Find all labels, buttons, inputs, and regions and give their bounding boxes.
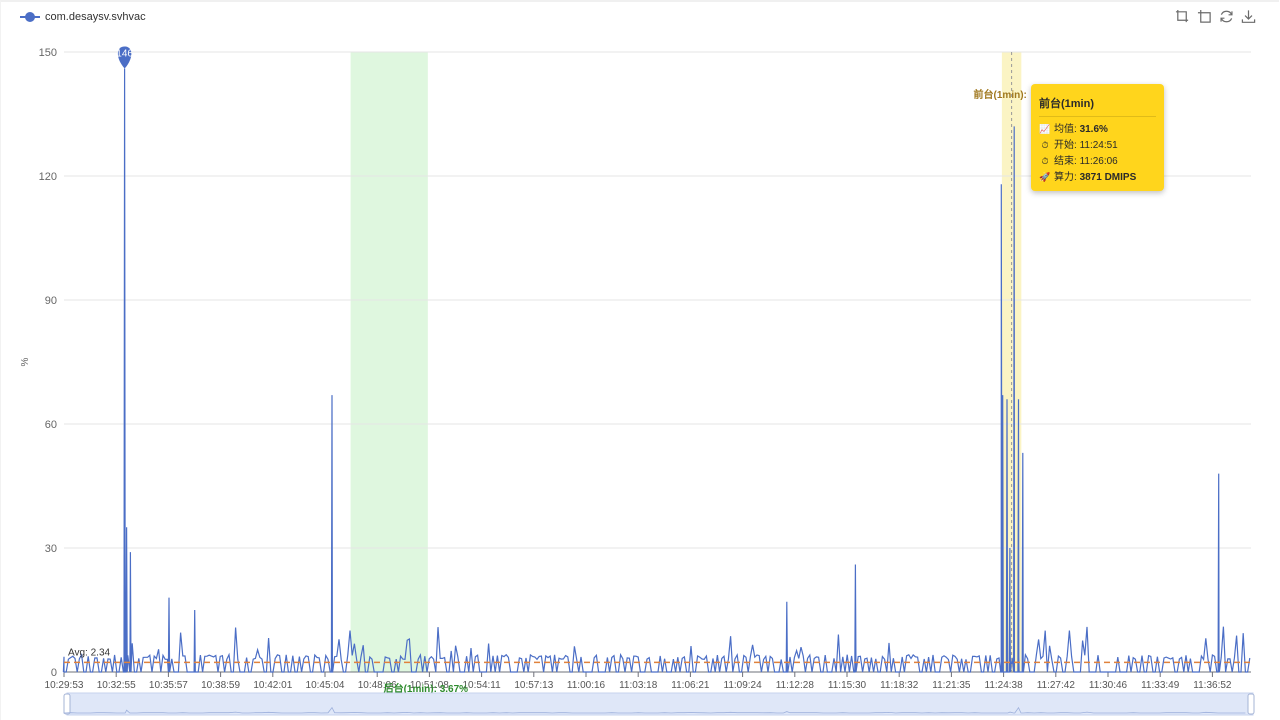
tooltip-end-value: 11:26:06 [1079, 156, 1118, 167]
y-tick-label: 0 [51, 667, 57, 679]
y-tick-label: 30 [45, 543, 57, 555]
x-tick-label: 11:15:30 [828, 680, 867, 691]
highlight-band [350, 52, 428, 672]
x-tick-label: 11:33:49 [1141, 680, 1180, 691]
x-tick-label: 11:30:46 [1089, 680, 1128, 691]
stopwatch-icon: ⏱ [1041, 140, 1049, 150]
tooltip-row-avg: 📈 均值: 31.6% [1039, 121, 1156, 137]
avg-label: Avg: 2.34 [68, 647, 111, 658]
tooltip-row-end: ⏱ 结束: 11:26:06 [1039, 153, 1156, 169]
x-tick-label: 11:21:35 [932, 680, 971, 691]
x-tick-label: 11:27:42 [1037, 680, 1076, 691]
tooltip: 前台(1min) 📈 均值: 31.6% ⏱ 开始: 11:24:51 ⏱ 结束: 1… [1031, 84, 1164, 191]
chart-trend-icon: 📈 [1039, 124, 1051, 134]
datazoom-slider [66, 692, 1254, 716]
x-tick-label: 10:32:55 [97, 680, 136, 691]
x-tick-label: 10:54:11 [463, 680, 502, 691]
x-tick-label: 10:57:13 [514, 680, 553, 691]
y-tick-label: 60 [45, 419, 57, 431]
x-tick-label: 10:45:04 [306, 680, 345, 691]
stopwatch-icon: ⏱ [1041, 156, 1049, 166]
y-axis-label: % [20, 357, 31, 366]
max-label: 146 [116, 49, 133, 60]
y-tick-label: 120 [39, 171, 57, 183]
x-tick-label: 10:38:59 [201, 680, 240, 691]
x-tick-label: 11:03:18 [619, 680, 658, 691]
tooltip-avg-value: 31.6% [1079, 124, 1108, 135]
tooltip-start-value: 11:24:51 [1079, 140, 1118, 151]
tooltip-row-power: 🚀 算力: 3871 DMIPS [1039, 169, 1156, 185]
x-tick-label: 11:09:24 [724, 680, 763, 691]
x-tick-label: 11:36:52 [1193, 680, 1232, 691]
x-tick-label: 10:42:01 [253, 680, 292, 691]
x-tick-label: 11:24:38 [985, 680, 1024, 691]
datazoom-handle-left [63, 693, 71, 715]
y-tick-label: 90 [45, 295, 57, 307]
y-tick-label: 150 [39, 47, 57, 59]
rocket-icon: 🚀 [1039, 172, 1051, 182]
band-label-foreground: 前台(1min): [974, 88, 1027, 101]
x-tick-label: 11:00:16 [567, 680, 606, 691]
x-tick-label: 10:35:57 [149, 680, 188, 691]
tooltip-row-start: ⏱ 开始: 11:24:51 [1039, 137, 1156, 153]
tooltip-power-value: 3871 DMIPS [1079, 172, 1137, 183]
x-tick-label: 10:29:53 [45, 680, 84, 691]
x-tick-label: 11:06:21 [671, 680, 710, 691]
x-tick-label: 11:18:32 [880, 680, 919, 691]
x-tick-label: 11:12:28 [776, 680, 815, 691]
tooltip-title: 前台(1min) [1039, 92, 1156, 117]
datazoom-handle-right [1247, 693, 1255, 715]
